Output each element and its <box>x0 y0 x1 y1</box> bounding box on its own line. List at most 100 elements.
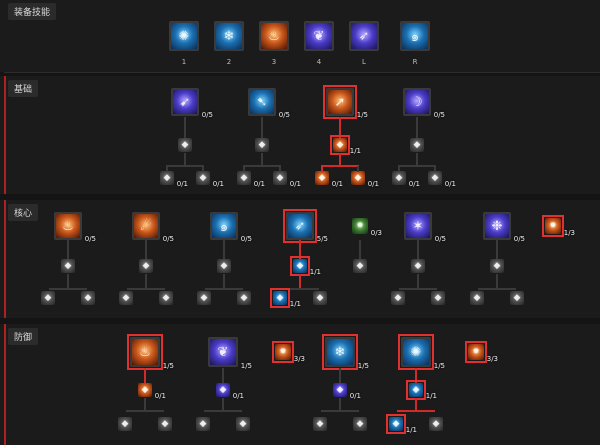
core-upgrade-3[interactable]: ◆ 1/1 <box>290 256 321 276</box>
equipped-slot-R[interactable]: ๑ <box>400 21 430 51</box>
basic-upgrade-3[interactable]: ◆ <box>410 138 424 152</box>
flame-shield-icon: ♨ <box>139 344 151 360</box>
slot-hotkey-label: R <box>412 58 418 66</box>
core-modifier-9[interactable]: ◆ <box>431 291 445 305</box>
core-skill-7[interactable]: ✹ 1/3 <box>542 215 575 237</box>
core-upgrade-2[interactable]: ◆ <box>217 259 231 273</box>
skill-rank: 1/1 <box>309 268 321 276</box>
skill-rank: 0/1 <box>331 180 343 188</box>
core-upgrade-4[interactable]: ◆ <box>353 259 367 273</box>
defense-modifier-4[interactable]: ◆ <box>313 417 327 431</box>
defense-skill-5[interactable]: ✹ 3/3 <box>465 341 498 363</box>
basic-modifier-2[interactable]: ◆ 0/1 <box>237 171 265 188</box>
basic-upgrade-1[interactable]: ◆ <box>255 138 269 152</box>
passive-node-icon: ✹ <box>549 221 557 231</box>
equipped-slot-4[interactable]: ❦ <box>304 21 334 51</box>
defense-skill-1[interactable]: ❦ 1/5 <box>208 337 252 370</box>
equipped-slot-2[interactable]: ❄ <box>214 21 244 51</box>
connector-line <box>202 166 204 172</box>
core-modifier-10[interactable]: ◆ <box>470 291 484 305</box>
skill-rank: 3/3 <box>486 355 498 363</box>
core-skill-3[interactable]: ➶ 5/5 <box>283 209 328 243</box>
basic-skill-3[interactable]: ☽ 0/5 <box>403 88 445 119</box>
basic-skill-0[interactable]: ➹ 0/5 <box>171 88 213 119</box>
defense-modifier-3[interactable]: ◆ <box>236 417 250 431</box>
core-upgrade-1[interactable]: ◆ <box>139 259 153 273</box>
frost-tree-icon: ❦ <box>313 28 325 44</box>
connector-line <box>145 274 147 288</box>
skill-modifier-icon: ◆ <box>199 173 207 183</box>
basic-modifier-0[interactable]: ◆ 0/1 <box>160 171 188 188</box>
connector-line <box>321 410 359 412</box>
connector-line <box>357 166 359 172</box>
defense-modifier-0[interactable]: ◆ <box>118 417 132 431</box>
core-modifier-6[interactable]: ◆ 1/1 <box>270 288 301 308</box>
equipped-slot-3[interactable]: ♨ <box>259 21 289 51</box>
skill-rank: 0/1 <box>176 180 188 188</box>
defense-modifier-5[interactable]: ◆ <box>353 417 367 431</box>
core-skill-0[interactable]: ♨ 0/5 <box>54 212 96 243</box>
core-skill-1[interactable]: ☄ 0/5 <box>132 212 174 243</box>
basic-modifier-1[interactable]: ◆ 0/1 <box>196 171 224 188</box>
defense-modifier-6[interactable]: ◆ 1/1 <box>386 414 417 434</box>
core-modifier-8[interactable]: ◆ <box>391 291 405 305</box>
defense-modifier-2[interactable]: ◆ <box>196 417 210 431</box>
skill-upgrade-icon: ◆ <box>219 385 227 395</box>
core-skill-4[interactable]: ✹ 0/3 <box>352 218 382 237</box>
skill-upgrade-icon: ◆ <box>336 140 344 150</box>
connector-line <box>243 166 245 172</box>
skill-modifier-icon: ◆ <box>473 293 481 303</box>
core-modifier-7[interactable]: ◆ <box>313 291 327 305</box>
skill-upgrade-icon: ◆ <box>220 261 228 271</box>
core-modifier-3[interactable]: ◆ <box>159 291 173 305</box>
core-upgrade-6[interactable]: ◆ <box>490 259 504 273</box>
equipped-slot-L[interactable]: ➶ <box>349 21 379 51</box>
skill-rank: 3/3 <box>293 355 305 363</box>
core-upgrade-0[interactable]: ◆ <box>61 259 75 273</box>
core-modifier-11[interactable]: ◆ <box>510 291 524 305</box>
equipped-slot-1[interactable]: ✺ <box>169 21 199 51</box>
section-title-core: 核心 <box>8 204 39 221</box>
defense-modifier-1[interactable]: ◆ <box>158 417 172 431</box>
defense-upgrade-2[interactable]: ◆ 0/1 <box>333 383 361 400</box>
skill-modifier-icon: ◆ <box>44 293 52 303</box>
core-skill-6[interactable]: ❉ 0/5 <box>483 212 525 243</box>
core-modifier-5[interactable]: ◆ <box>237 291 251 305</box>
defense-skill-2[interactable]: ✹ 3/3 <box>272 341 305 363</box>
fire-shield-icon: ♨ <box>268 28 280 44</box>
defense-upgrade-0[interactable]: ◆ 0/1 <box>138 383 166 400</box>
connector-line <box>399 288 437 290</box>
connector-line <box>416 153 418 165</box>
connector-line <box>243 165 281 167</box>
core-modifier-4[interactable]: ◆ <box>197 291 211 305</box>
frost-nova-icon: ✺ <box>410 344 422 360</box>
defense-upgrade-1[interactable]: ◆ 0/1 <box>216 383 244 400</box>
core-modifier-1[interactable]: ◆ <box>81 291 95 305</box>
core-modifier-0[interactable]: ◆ <box>41 291 55 305</box>
basic-modifier-3[interactable]: ◆ 0/1 <box>273 171 301 188</box>
connector-line <box>127 288 165 290</box>
core-upgrade-5[interactable]: ◆ <box>411 259 425 273</box>
basic-upgrade-0[interactable]: ◆ <box>178 138 192 152</box>
basic-modifier-4[interactable]: ◆ 0/1 <box>315 171 343 188</box>
defense-skill-3[interactable]: ❄ 1/5 <box>322 334 369 370</box>
connector-line <box>478 288 516 290</box>
skill-rank: 1/5 <box>240 362 252 370</box>
defense-upgrade-3[interactable]: ◆ 1/1 <box>406 380 437 400</box>
basic-skill-2[interactable]: ➚ 1/5 <box>323 85 368 119</box>
basic-upgrade-2[interactable]: ◆ 1/1 <box>330 135 361 155</box>
basic-modifier-6[interactable]: ◆ 0/1 <box>392 171 420 188</box>
basic-modifier-5[interactable]: ◆ 0/1 <box>351 171 379 188</box>
defense-modifier-7[interactable]: ◆ <box>429 417 443 431</box>
defense-skill-4[interactable]: ✺ 1/5 <box>398 334 445 370</box>
defense-skill-0[interactable]: ♨ 1/5 <box>127 334 174 370</box>
basic-modifier-7[interactable]: ◆ 0/1 <box>428 171 456 188</box>
basic-skill-1[interactable]: ➷ 0/5 <box>248 88 290 119</box>
core-skill-5[interactable]: ✶ 0/5 <box>404 212 446 243</box>
core-modifier-2[interactable]: ◆ <box>119 291 133 305</box>
core-skill-2[interactable]: ๑ 0/5 <box>210 212 252 243</box>
skill-rank: 1/5 <box>433 362 445 370</box>
skill-modifier-icon: ◆ <box>276 293 284 303</box>
divider <box>4 72 600 73</box>
defense-skills-panel: 防御 <box>0 324 600 445</box>
